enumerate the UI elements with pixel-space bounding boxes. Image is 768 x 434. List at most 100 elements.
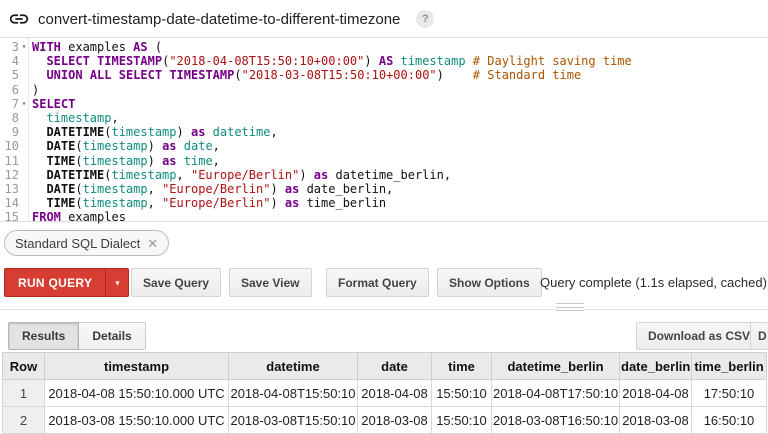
row-number-cell: 1 xyxy=(3,380,45,407)
code-text: TIME(timestamp) as time, xyxy=(29,154,220,168)
code-text: DATE(timestamp, "Europe/Berlin") as date… xyxy=(29,182,393,196)
tab-details[interactable]: Details xyxy=(78,322,145,350)
table-row: 22018-03-08 15:50:10.000 UTC2018-03-08T1… xyxy=(3,407,767,434)
code-line: 11 TIME(timestamp) as time, xyxy=(0,154,768,168)
query-header: convert-timestamp-date-datetime-to-diffe… xyxy=(8,6,434,32)
line-number: 4 xyxy=(0,54,19,68)
line-number: 3 xyxy=(0,40,19,54)
caret-down-icon: ▼ xyxy=(114,279,121,287)
code-line: 3▾WITH examples AS ( xyxy=(0,40,768,54)
pane-divider xyxy=(0,309,768,310)
table-cell: 2018-03-08T16:50:10 xyxy=(492,407,620,434)
fold-arrow-icon[interactable]: ▾ xyxy=(19,97,29,111)
query-title: convert-timestamp-date-datetime-to-diffe… xyxy=(38,11,400,28)
code-text: ) xyxy=(29,83,39,97)
fold-gutter xyxy=(19,154,29,168)
run-query-dropdown[interactable]: ▼ xyxy=(105,269,128,296)
line-number: 5 xyxy=(0,68,19,82)
fold-gutter xyxy=(19,139,29,153)
line-number: 9 xyxy=(0,125,19,139)
download-json-button[interactable]: D xyxy=(750,322,768,350)
column-header: date xyxy=(358,353,432,380)
table-cell: 2018-04-08 xyxy=(620,380,692,407)
line-number: 6 xyxy=(0,83,19,97)
code-line: 5 UNION ALL SELECT TIMESTAMP("2018-03-08… xyxy=(0,68,768,82)
fold-gutter xyxy=(19,210,29,224)
code-line: 7▾SELECT xyxy=(0,97,768,111)
code-text: DATE(timestamp) as date, xyxy=(29,139,220,153)
table-row: 12018-04-08 15:50:10.000 UTC2018-04-08T1… xyxy=(3,380,767,407)
table-cell: 2018-04-08 15:50:10.000 UTC xyxy=(45,380,229,407)
fold-gutter xyxy=(19,125,29,139)
table-cell: 17:50:10 xyxy=(692,380,767,407)
table-cell: 2018-04-08 xyxy=(358,380,432,407)
table-cell: 15:50:10 xyxy=(432,380,492,407)
line-number: 11 xyxy=(0,154,19,168)
fold-gutter xyxy=(19,196,29,210)
show-options-button[interactable]: Show Options xyxy=(437,268,542,297)
fold-gutter xyxy=(19,111,29,125)
table-cell: 2018-03-08T15:50:10 xyxy=(229,407,358,434)
code-line: 15 FROM examples xyxy=(0,210,768,224)
code-text: TIME(timestamp, "Europe/Berlin") as time… xyxy=(29,196,386,210)
code-text: DATETIME(timestamp) as datetime, xyxy=(29,125,278,139)
sql-editor[interactable]: 3▾WITH examples AS (4 SELECT TIMESTAMP("… xyxy=(0,37,768,222)
bigquery-query-editor: { "header": { "title": "convert-timestam… xyxy=(0,0,768,434)
code-lines: 3▾WITH examples AS (4 SELECT TIMESTAMP("… xyxy=(0,40,768,224)
run-query-label[interactable]: RUN QUERY xyxy=(5,269,105,296)
column-header: time xyxy=(432,353,492,380)
table-cell: 2018-04-08T15:50:10 xyxy=(229,380,358,407)
format-query-button[interactable]: Format Query xyxy=(326,268,429,297)
code-text: timestamp, xyxy=(29,111,119,125)
code-line: 8 timestamp, xyxy=(0,111,768,125)
code-text: DATETIME(timestamp, "Europe/Berlin") as … xyxy=(29,168,451,182)
download-csv-button[interactable]: Download as CSV xyxy=(636,322,762,350)
save-query-button[interactable]: Save Query xyxy=(131,268,221,297)
save-view-button[interactable]: Save View xyxy=(229,268,312,297)
fold-gutter xyxy=(19,182,29,196)
line-number: 7 xyxy=(0,97,19,111)
code-line: 13 DATE(timestamp, "Europe/Berlin") as d… xyxy=(0,182,768,196)
run-query-button[interactable]: RUN QUERY ▼ xyxy=(4,268,129,297)
code-line: 4 SELECT TIMESTAMP("2018-04-08T15:50:10+… xyxy=(0,54,768,68)
code-text: UNION ALL SELECT TIMESTAMP("2018-03-08T1… xyxy=(29,68,581,82)
column-header: time_berlin xyxy=(692,353,767,380)
fold-arrow-icon[interactable]: ▾ xyxy=(19,40,29,54)
link-icon[interactable] xyxy=(8,8,30,30)
code-line: 14 TIME(timestamp, "Europe/Berlin") as t… xyxy=(0,196,768,210)
code-line: 10 DATE(timestamp) as date, xyxy=(0,139,768,153)
table-cell: 15:50:10 xyxy=(432,407,492,434)
line-number: 12 xyxy=(0,168,19,182)
fold-gutter xyxy=(19,68,29,82)
code-line: 9 DATETIME(timestamp) as datetime, xyxy=(0,125,768,139)
row-number-cell: 2 xyxy=(3,407,45,434)
chip-close-icon[interactable]: ✕ xyxy=(147,237,158,250)
fold-gutter xyxy=(19,83,29,97)
query-status: Query complete (1.1s elapsed, cached) xyxy=(540,268,767,297)
line-number: 15 xyxy=(0,210,19,224)
column-header: datetime xyxy=(229,353,358,380)
results-table: Rowtimestampdatetimedatetimedatetime_ber… xyxy=(2,352,767,434)
fold-gutter xyxy=(19,54,29,68)
fold-gutter xyxy=(19,168,29,182)
code-text: FROM examples xyxy=(29,210,126,224)
table-cell: 2018-04-08T17:50:10 xyxy=(492,380,620,407)
code-text: SELECT TIMESTAMP("2018-04-08T15:50:10+00… xyxy=(29,54,632,68)
resize-handle[interactable] xyxy=(556,302,584,312)
table-cell: 2018-03-08 15:50:10.000 UTC xyxy=(45,407,229,434)
code-text: SELECT xyxy=(29,97,75,111)
dialect-chip-label: Standard SQL Dialect xyxy=(15,236,140,251)
column-header: Row xyxy=(3,353,45,380)
column-header: datetime_berlin xyxy=(492,353,620,380)
column-header: timestamp xyxy=(45,353,229,380)
help-button[interactable]: ? xyxy=(416,10,434,28)
code-line: 6) xyxy=(0,83,768,97)
line-number: 14 xyxy=(0,196,19,210)
code-line: 12 DATETIME(timestamp, "Europe/Berlin") … xyxy=(0,168,768,182)
table-header-row: Rowtimestampdatetimedatetimedatetime_ber… xyxy=(3,353,767,380)
results-tabs: Results Details xyxy=(8,322,146,350)
line-number: 8 xyxy=(0,111,19,125)
table-cell: 2018-03-08 xyxy=(358,407,432,434)
tab-results[interactable]: Results xyxy=(8,322,79,350)
line-number: 10 xyxy=(0,139,19,153)
